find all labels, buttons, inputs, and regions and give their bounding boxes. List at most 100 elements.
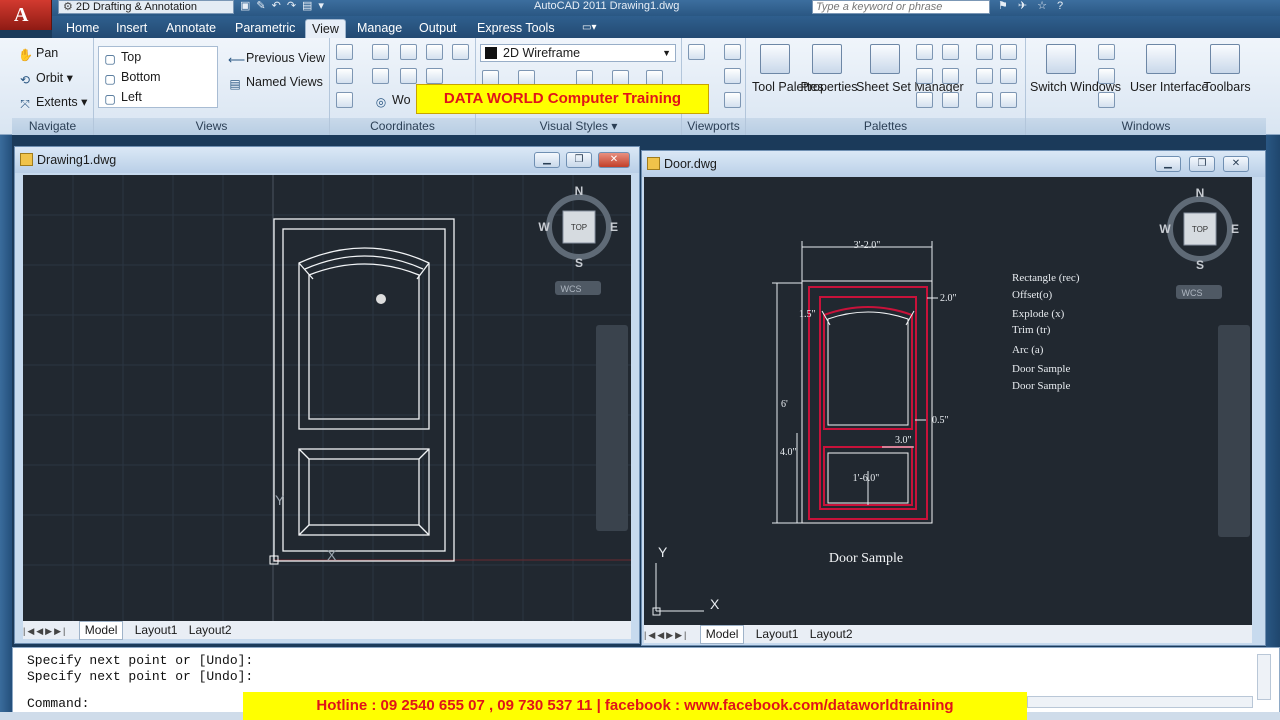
viewport-clip-icon[interactable]	[724, 92, 741, 108]
tab-insert[interactable]: Insert	[110, 19, 153, 38]
ucs-named-icon[interactable]	[336, 92, 353, 108]
orbit-button[interactable]: ⟲ Orbit ▾	[18, 70, 73, 87]
navigation-bar[interactable]	[596, 325, 628, 531]
ucs-world-button[interactable]: ◎ Wo	[374, 93, 411, 109]
door-titlebar[interactable]: Door.dwg ▁ ❐ ✕	[642, 151, 1265, 177]
tool-palettes-icon[interactable]	[760, 44, 790, 74]
tab-home[interactable]: Home	[60, 19, 105, 38]
viewcube-west[interactable]: W	[1159, 222, 1171, 236]
markup-icon[interactable]	[942, 44, 959, 60]
tool-palettes-label[interactable]: Tool Palettes	[752, 80, 824, 95]
viewport-named-icon[interactable]	[724, 44, 741, 60]
extents-button[interactable]: ⤧ Extents ▾	[18, 94, 87, 111]
close-button[interactable]: ✕	[598, 152, 630, 168]
sheet-set-icon[interactable]	[870, 44, 900, 74]
properties-icon[interactable]	[812, 44, 842, 74]
view-item-bottom[interactable]: ▢ Bottom	[99, 67, 217, 87]
toolbars-icon[interactable]	[1210, 44, 1240, 74]
viewcube-south[interactable]: S	[575, 256, 583, 270]
user-interface-icon[interactable]	[1146, 44, 1176, 74]
view-item-left[interactable]: ▢ Left	[99, 87, 217, 107]
drawing1-titlebar[interactable]: Drawing1.dwg ▁ ❐ ✕	[15, 147, 639, 173]
named-views-button[interactable]: ▤ Named Views	[228, 75, 323, 91]
viewport-join-icon[interactable]	[724, 68, 741, 84]
toolbars-label[interactable]: Toolbars	[1196, 80, 1258, 95]
cascade-icon[interactable]	[1098, 92, 1115, 108]
drawing1-window[interactable]: Drawing1.dwg ▁ ❐ ✕ Y X TOP N S E W WCS |…	[14, 146, 640, 644]
tab-manage[interactable]: Manage	[351, 19, 408, 38]
application-menu-button[interactable]: A	[0, 0, 52, 30]
switch-windows-icon[interactable]	[1046, 44, 1076, 74]
palette-a-icon[interactable]	[976, 44, 993, 60]
visual-style-dropdown[interactable]: 2D Wireframe ▼	[480, 44, 676, 62]
search-input[interactable]: Type a keyword or phrase	[812, 0, 990, 14]
restore-button[interactable]: ❐	[1189, 156, 1215, 172]
ucs-view-icon[interactable]	[452, 44, 469, 60]
tab-view[interactable]: View	[305, 19, 346, 38]
previous-view-button[interactable]: ⟵Previous View	[228, 51, 325, 67]
viewcube-east[interactable]: E	[610, 220, 618, 234]
tab-layout1[interactable]: Layout1	[756, 626, 799, 643]
ucs-origin-icon[interactable]	[372, 44, 389, 60]
palette-b-icon[interactable]	[1000, 44, 1017, 60]
tile-horizontal-icon[interactable]	[1098, 44, 1115, 60]
palette-d-icon[interactable]	[1000, 68, 1017, 84]
ucs-z-icon[interactable]	[400, 44, 417, 60]
views-list[interactable]: ▢ Top ▢ Bottom ▢ Left	[98, 46, 218, 108]
sheet-set-label[interactable]: Sheet Set Manager	[856, 80, 964, 95]
close-button[interactable]: ✕	[1223, 156, 1249, 172]
navigation-bar[interactable]	[1218, 325, 1250, 537]
pan-button[interactable]: ✋ Pan	[18, 46, 58, 62]
ucs-object-icon[interactable]	[426, 44, 443, 60]
design-center-icon[interactable]	[916, 44, 933, 60]
minimize-button[interactable]: ▁	[534, 152, 560, 168]
quick-access-toolbar[interactable]: ▣✎↶↷▤▾	[240, 0, 440, 14]
workspace-switcher[interactable]: ⚙ 2D Drafting & Annotation	[58, 0, 234, 14]
infocenter-icons[interactable]: ⚑✈☆?	[998, 0, 1073, 13]
command-scrollbar[interactable]	[1257, 654, 1271, 700]
palette-f-icon[interactable]	[1000, 92, 1017, 108]
tab-output[interactable]: Output	[413, 19, 463, 38]
command-prompt[interactable]: Command:	[27, 696, 89, 711]
viewcube-east[interactable]: E	[1231, 222, 1239, 236]
tab-model[interactable]: Model	[78, 621, 124, 640]
viewcube-north[interactable]: N	[575, 184, 584, 198]
command-line-icon[interactable]	[942, 92, 959, 108]
drawing1-canvas[interactable]: Y X TOP N S E W WCS	[23, 175, 631, 621]
quickcalc-icon[interactable]	[942, 68, 959, 84]
tile-vertical-icon[interactable]	[1098, 68, 1115, 84]
viewport-config-icon[interactable]	[688, 44, 705, 60]
ucs-3point-icon[interactable]	[336, 68, 353, 84]
properties-label[interactable]: Properties	[800, 80, 858, 95]
palette-c-icon[interactable]	[976, 68, 993, 84]
ucs-x-icon[interactable]	[400, 68, 417, 84]
tab-model[interactable]: Model	[699, 625, 745, 644]
command-horizontal-scrollbar[interactable]	[1027, 696, 1253, 708]
user-interface-label[interactable]: User Interface	[1130, 80, 1209, 95]
dim-rail: 3.0"	[895, 435, 912, 446]
layers-icon[interactable]	[916, 92, 933, 108]
minimize-button[interactable]: ▁	[1155, 156, 1181, 172]
tab-layout2[interactable]: Layout2	[189, 622, 232, 639]
dbconnect-icon[interactable]	[916, 68, 933, 84]
ucs-y-icon[interactable]	[426, 68, 443, 84]
tab-parametric[interactable]: Parametric	[229, 19, 301, 38]
tab-layout1[interactable]: Layout1	[135, 622, 178, 639]
layout-nav-arrows[interactable]: |◀◀▶▶|	[644, 627, 688, 644]
viewcube-south[interactable]: S	[1196, 258, 1204, 272]
viewcube-west[interactable]: W	[538, 220, 550, 234]
ucs-rotate-icon[interactable]	[372, 68, 389, 84]
view-item-top[interactable]: ▢ Top	[99, 47, 217, 67]
door-canvas[interactable]: 3'-2.0" 2.0" 1.5" 6' 0.5" 3.0" 4.0" 1'-6…	[644, 177, 1252, 625]
viewcube-north[interactable]: N	[1196, 186, 1205, 200]
tab-express-tools[interactable]: Express Tools	[471, 19, 561, 38]
restore-button[interactable]: ❐	[566, 152, 592, 168]
tab-annotate[interactable]: Annotate	[160, 19, 222, 38]
tab-options-icon[interactable]: ▭▾	[576, 19, 602, 38]
tab-layout2[interactable]: Layout2	[810, 626, 853, 643]
layout-nav-arrows[interactable]: |◀◀▶▶|	[23, 623, 67, 640]
ucs-icon[interactable]	[336, 44, 353, 60]
door-window[interactable]: Door.dwg ▁ ❐ ✕ 3'-2.0" 2.0" 1.5" 6' 0.5"…	[641, 150, 1266, 646]
switch-windows-label[interactable]: Switch Windows	[1030, 80, 1121, 95]
palette-e-icon[interactable]	[976, 92, 993, 108]
